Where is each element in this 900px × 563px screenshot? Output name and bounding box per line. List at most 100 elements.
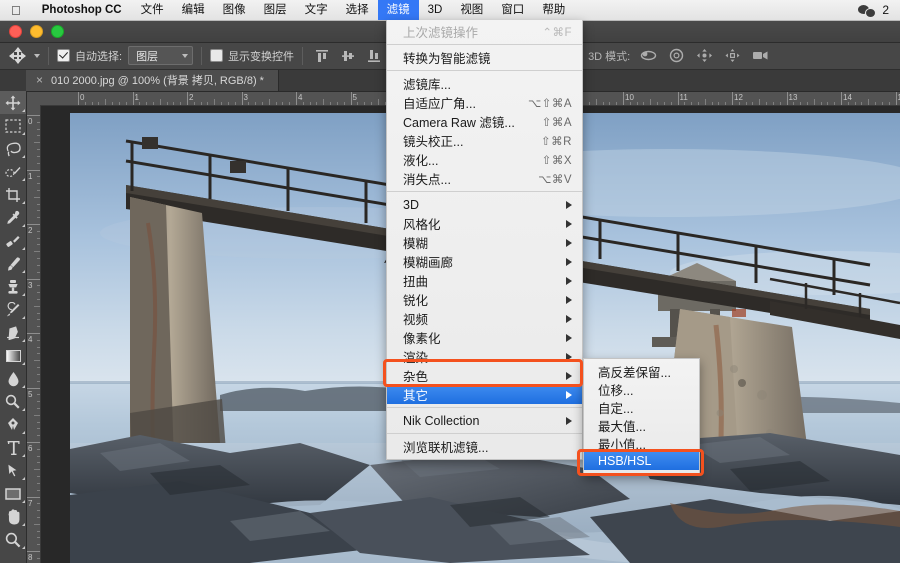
other-submenu-item-4[interactable]: 最小值... [584,434,699,452]
ruler-subtick [98,102,100,105]
orbit-3d-icon[interactable] [640,48,657,63]
filter-menu-item-7[interactable]: 镜头校正... ⇧⌘R [387,131,582,150]
type-tool-icon[interactable] [0,436,26,459]
show-transform-checkbox[interactable] [210,49,224,62]
menu-item-label: 模糊 [403,237,429,251]
ruler-subtick [602,102,604,105]
menubar-item-6[interactable]: 滤镜 [377,0,419,20]
filter-menu-item-12[interactable]: 风格化 [387,214,582,233]
filter-menu-item-11[interactable]: 3D [387,195,582,214]
other-submenu-item-5[interactable]: HSB/HSL [584,452,699,470]
ruler-subtick [34,523,40,525]
eyedropper-tool-icon[interactable] [0,206,26,229]
menubar-item-10[interactable]: 帮助 [533,0,574,20]
filter-menu-item-20[interactable]: 杂色 [387,366,582,385]
filter-menu-item-14[interactable]: 模糊画廊 [387,252,582,271]
close-button[interactable] [9,24,22,38]
menubar-item-2[interactable]: 图像 [214,0,255,20]
filter-menu-item-16[interactable]: 锐化 [387,290,582,309]
slide-3d-icon[interactable] [724,48,741,63]
ruler-subtick [255,102,257,105]
move-tool-icon[interactable] [0,91,26,114]
zoom-button[interactable] [51,24,64,38]
auto-select-target-dropdown[interactable]: 图层 [128,46,194,65]
ruler-label: 0 [80,93,85,102]
ruler-subtick [248,102,250,105]
filter-menu-item-15[interactable]: 扭曲 [387,271,582,290]
minimize-button[interactable] [30,24,43,38]
other-submenu-dropdown[interactable]: 高反差保留... 位移... 自定... 最大值... 最小值... HSB/HSL [583,358,700,475]
other-submenu-item-1[interactable]: 位移... [584,380,699,398]
menubar-item-7[interactable]: 3D [419,0,452,20]
lasso-tool-icon[interactable] [0,137,26,160]
align-top-edges-icon[interactable] [315,49,329,63]
wechat-icon[interactable] [858,4,877,18]
ruler-subtick [37,476,40,478]
path-selection-tool-icon[interactable] [0,459,26,482]
dodge-tool-icon[interactable] [0,390,26,413]
filter-menu-item-2[interactable]: 转换为智能滤镜 [387,48,582,67]
filter-menu-item-21[interactable]: 其它 [387,385,582,404]
roll-3d-icon[interactable] [668,48,685,63]
ruler-subtick [37,326,40,328]
filter-menu-item-6[interactable]: Camera Raw 滤镜... ⇧⌘A [387,112,582,131]
quick-selection-tool-icon[interactable] [0,160,26,183]
clone-stamp-tool-icon[interactable] [0,275,26,298]
rectangular-marquee-tool-icon[interactable] [0,114,26,137]
filter-menu-item-18[interactable]: 像素化 [387,328,582,347]
blur-tool-icon[interactable] [0,367,26,390]
healing-brush-tool-icon[interactable] [0,229,26,252]
other-submenu-item-0[interactable]: 高反差保留... [584,362,699,380]
menubar-item-3[interactable]: 图层 [255,0,296,20]
other-submenu-item-3[interactable]: 最大值... [584,416,699,434]
filter-menu-item-17[interactable]: 视频 [387,309,582,328]
app-name-label[interactable]: Photoshop CC [32,4,132,16]
submenu-arrow-icon [566,257,572,266]
history-brush-tool-icon[interactable] [0,298,26,321]
filter-menu-item-19[interactable]: 渲染 [387,347,582,366]
menubar-item-9[interactable]: 窗口 [492,0,533,20]
tool-preset-chevron-down-icon[interactable] [34,53,40,58]
filter-menu-dropdown[interactable]: 上次滤镜操作 ⌃⌘F 转换为智能滤镜 滤镜库... 自适应广角... ⌥⇧⌘A Camera… [386,20,583,460]
ruler-subtick [302,102,304,105]
align-vertical-centers-icon[interactable] [341,49,355,63]
ruler-subtick [282,102,284,105]
other-submenu-item-2[interactable]: 自定... [584,398,699,416]
menu-item-label: 视频 [403,313,429,327]
filter-menu-item-13[interactable]: 模糊 [387,233,582,252]
crop-tool-icon[interactable] [0,183,26,206]
pan-3d-icon[interactable] [696,48,713,63]
hand-tool-icon[interactable] [0,505,26,528]
move-tool-icon[interactable] [0,47,40,64]
menubar-item-4[interactable]: 文字 [296,0,337,20]
filter-menu-item-25[interactable]: 浏览联机滤镜... [387,437,582,456]
eraser-tool-icon[interactable] [0,321,26,344]
apple-logo-icon[interactable]:  [0,4,32,17]
menu-item-label: 上次滤镜操作 [403,26,479,40]
filter-menu-item-8[interactable]: 液化... ⇧⌘X [387,150,582,169]
filter-menu-item-23[interactable]: Nik Collection [387,411,582,430]
brush-tool-icon[interactable] [0,252,26,275]
gradient-tool-icon[interactable] [0,344,26,367]
menubar-item-8[interactable]: 视图 [451,0,492,20]
menubar-item-5[interactable]: 选择 [337,0,378,20]
ruler-subtick [37,455,40,457]
ruler-subtick [234,102,236,105]
filter-menu-item-4[interactable]: 滤镜库... [387,74,582,93]
auto-select-checkbox[interactable] [57,49,70,62]
pen-tool-icon[interactable] [0,413,26,436]
rectangle-shape-tool-icon[interactable] [0,482,26,505]
vertical-ruler[interactable]: 0 1 2 3 4 5 6 7 8 [26,105,41,563]
align-bottom-edges-icon[interactable] [367,49,381,63]
filter-menu-item-5[interactable]: 自适应广角... ⌥⇧⌘A [387,93,582,112]
close-tab-icon[interactable]: × [36,74,43,86]
ruler-subtick [800,102,802,105]
zoom-tool-icon[interactable] [0,528,26,551]
document-tab[interactable]: × 010 2000.jpg @ 100% (背景 拷贝, RGB/8) * [26,69,279,91]
camera-3d-icon[interactable] [752,48,769,63]
menubar-item-1[interactable]: 编辑 [173,0,214,20]
menubar-item-0[interactable]: 文件 [132,0,173,20]
ruler-subtick [37,292,40,294]
filter-menu-item-9[interactable]: 消失点... ⌥⌘V [387,169,582,188]
ruler-subtick [37,353,40,355]
